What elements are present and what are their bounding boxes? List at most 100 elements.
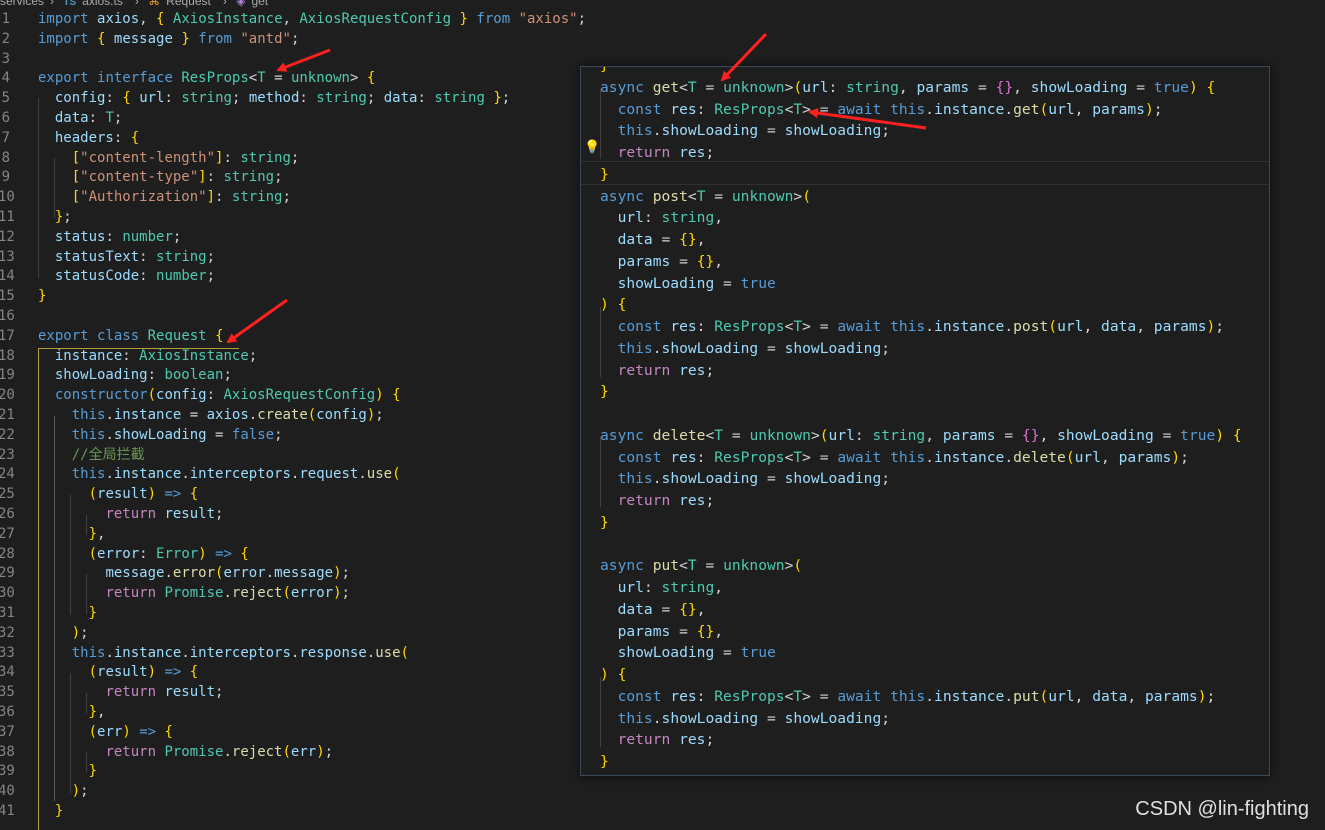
code-text: } [600, 513, 609, 531]
code-text: } [600, 165, 609, 183]
line-number: 20 [0, 387, 15, 404]
line-number: 29 [0, 565, 15, 582]
code-text: instance: AxiosInstance; [54, 347, 258, 364]
line-number: 40 [0, 783, 15, 800]
code-text: status: number; [54, 228, 182, 245]
code-text: this.instance.interceptors.request.use( [71, 466, 401, 483]
line-number: 31 [0, 605, 15, 621]
code-text: this.showLoading = showLoading; [617, 470, 891, 488]
code-text: } [88, 605, 98, 621]
code-editor[interactable]: 1 import axios, { AxiosInstance, AxiosReq… [0, 10, 586, 830]
code-text: config: { url: string; method: string; d… [54, 90, 511, 107]
chevron-right-icon: › [50, 0, 55, 8]
method-icon: ◈ [236, 0, 246, 8]
line-number: 9 [1, 169, 10, 186]
breadcrumb-folder[interactable]: services [0, 0, 44, 8]
ts-file-icon: TS [63, 0, 77, 8]
breadcrumb-file-label: axios.ts [82, 0, 123, 8]
breadcrumb-class[interactable]: ⌘ Request [148, 0, 217, 8]
code-text: async get<T = unknown>(url: string, para… [600, 78, 1216, 96]
code-text: message.error(error.message); [105, 565, 350, 582]
line-number: 8 [1, 149, 10, 166]
code-text: params = {}, [617, 622, 724, 640]
chevron-right-icon: › [222, 0, 227, 8]
line-number: 41 [0, 803, 15, 819]
code-text: return result; [105, 684, 224, 701]
class-icon: ⌘ [148, 0, 161, 8]
code-text: data: T; [54, 110, 123, 126]
code-text: async delete<T = unknown>(url: string, p… [600, 426, 1242, 444]
code-text: } [600, 67, 609, 77]
code-text: const res: ResProps<T> = await this.inst… [617, 318, 1225, 335]
code-text: statusText: string; [54, 248, 216, 265]
code-text: (result) => { [88, 664, 199, 681]
code-text: constructor(config: AxiosRequestConfig) … [54, 387, 401, 404]
code-text: return res; [617, 731, 715, 749]
code-text: ); [71, 624, 89, 641]
line-number: 32 [0, 624, 15, 641]
code-text: ) { [600, 296, 627, 314]
peek-definition-panel[interactable]: 💡 }async get<T = unknown>(url: string, p… [580, 66, 1270, 776]
line-number: 2 [1, 30, 10, 47]
code-text: data = {}, [617, 600, 706, 618]
breadcrumb-file[interactable]: TS axios.ts [63, 0, 128, 8]
line-number: 34 [0, 664, 15, 681]
breadcrumb-class-label: Request [166, 0, 211, 8]
breadcrumb-method[interactable]: ◈ get [236, 0, 274, 8]
code-text: export class Request { [38, 327, 224, 344]
code-text: ); [71, 783, 89, 800]
code-text: const res: ResProps<T> = await this.inst… [617, 687, 1216, 705]
line-number: 3 [1, 50, 10, 67]
line-number: 10 [0, 189, 15, 206]
line-number: 25 [0, 486, 15, 503]
code-text: (error: Error) => { [88, 545, 249, 562]
code-text: ["content-type"]: string; [71, 169, 283, 186]
code-text: return result; [105, 506, 224, 522]
line-number: 26 [0, 506, 15, 522]
line-number: 35 [0, 684, 15, 701]
breadcrumb-method-label: get [251, 0, 269, 8]
code-text: ) { [600, 666, 627, 683]
line-number: 22 [0, 426, 15, 443]
line-number: 27 [0, 525, 15, 542]
code-text: this.instance = axios.create(config); [71, 407, 384, 423]
line-number: 30 [0, 585, 15, 602]
code-text: } [600, 753, 609, 770]
line-number: 17 [0, 327, 15, 344]
code-text: return Promise.reject(error); [105, 585, 350, 602]
code-text: showLoading = true [617, 274, 776, 292]
line-number: 24 [0, 466, 15, 483]
code-text: } [38, 288, 47, 305]
code-text: (err) => { [88, 723, 173, 740]
line-number: 28 [0, 545, 15, 562]
line-number: 33 [0, 644, 15, 661]
code-text: return Promise.reject(err); [105, 743, 334, 760]
code-text: this.instance.interceptors.response.use( [71, 644, 409, 661]
code-text: this.showLoading = showLoading; [617, 709, 891, 727]
code-text: }; [54, 209, 72, 225]
line-number: 4 [1, 70, 10, 87]
line-number: 23 [0, 446, 15, 463]
code-text: } [54, 803, 64, 819]
code-text: return res; [617, 361, 715, 379]
code-text: showLoading = true [617, 644, 776, 662]
line-number: 11 [0, 209, 15, 225]
code-text: return res; [617, 144, 715, 161]
current-line-highlight [581, 161, 1269, 185]
line-number: 18 [0, 347, 15, 364]
code-text: const res: ResProps<T> = await this.inst… [617, 100, 1163, 118]
lightbulb-icon[interactable]: 💡 [584, 140, 600, 156]
code-text: data = {}, [617, 231, 706, 248]
code-text: ["Authorization"]: string; [71, 189, 291, 206]
code-text: async post<T = unknown>( [600, 187, 811, 205]
line-number: 7 [1, 129, 10, 146]
code-text: } [600, 383, 609, 401]
code-text: this.showLoading = showLoading; [617, 339, 891, 357]
code-text: statusCode: number; [54, 268, 216, 285]
line-number: 38 [0, 743, 15, 760]
line-number: 14 [0, 268, 15, 285]
line-number: 13 [0, 248, 15, 265]
line-number: 36 [0, 704, 15, 720]
line-number: 6 [1, 110, 10, 126]
code-text: params = {}, [617, 252, 724, 270]
